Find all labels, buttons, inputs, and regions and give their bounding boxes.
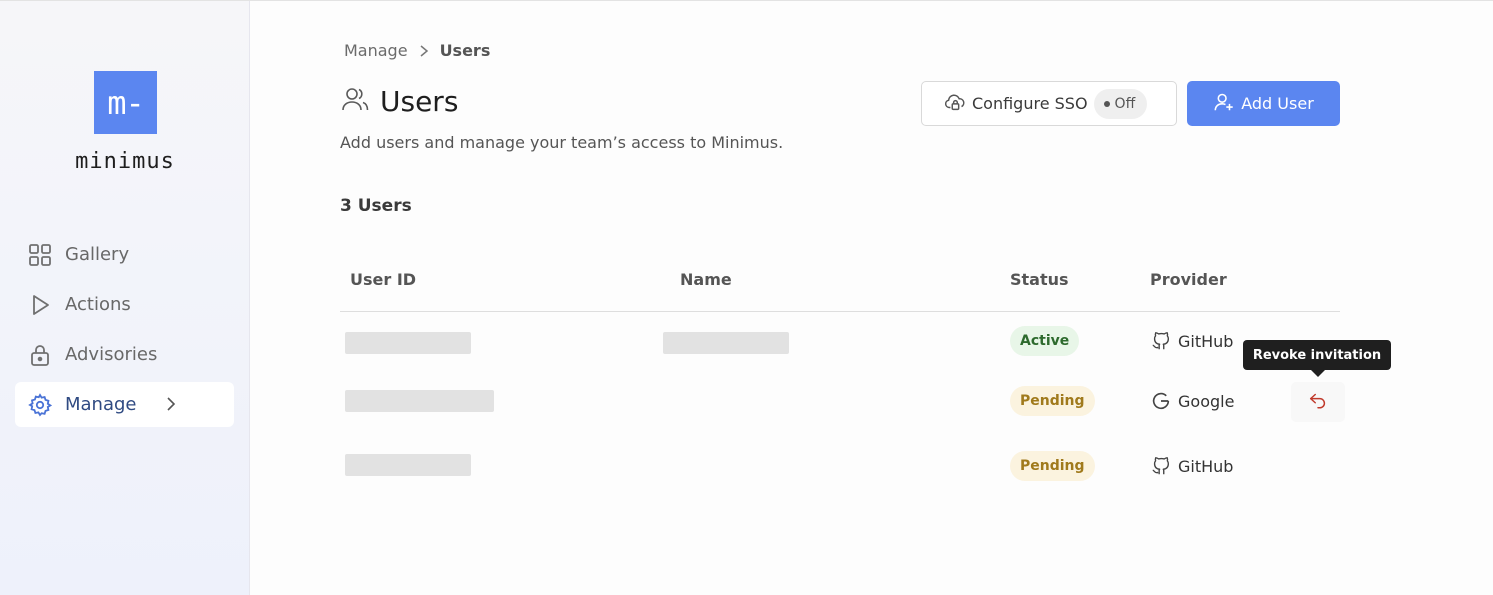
page-subtitle: Add users and manage your team’s access … bbox=[340, 133, 784, 152]
user-id-placeholder bbox=[345, 454, 471, 476]
configure-sso-label: Configure SSO bbox=[972, 94, 1088, 113]
cloud-lock-icon bbox=[944, 91, 966, 117]
provider-cell: GitHub bbox=[1150, 330, 1233, 352]
logo-mark[interactable]: m- bbox=[94, 71, 157, 134]
user-id-placeholder bbox=[345, 390, 494, 412]
revoke-invitation-tooltip: Revoke invitation bbox=[1243, 340, 1391, 370]
add-user-icon bbox=[1213, 91, 1235, 117]
undo-icon bbox=[1307, 389, 1329, 415]
sidebar: m- minimus Gallery Actions Advisories Ma… bbox=[0, 1, 250, 595]
provider-name: Google bbox=[1178, 391, 1235, 411]
sidebar-item-label: Actions bbox=[65, 294, 131, 315]
sidebar-item-label: Manage bbox=[65, 394, 137, 415]
breadcrumb-current: Users bbox=[439, 41, 491, 60]
breadcrumb-parent[interactable]: Manage bbox=[344, 41, 408, 60]
sso-status-badge: Off bbox=[1093, 88, 1148, 119]
github-icon bbox=[1150, 330, 1172, 352]
user-id-placeholder bbox=[345, 332, 471, 354]
lock-icon bbox=[27, 342, 53, 368]
gear-icon bbox=[27, 392, 53, 418]
status-badge: Pending bbox=[1010, 451, 1095, 481]
tooltip-arrow bbox=[1311, 370, 1325, 377]
name-placeholder bbox=[663, 332, 789, 354]
provider-cell: Google bbox=[1150, 390, 1234, 412]
status-badge: Pending bbox=[1010, 386, 1095, 416]
status-dot bbox=[1103, 100, 1110, 107]
add-user-label: Add User bbox=[1241, 94, 1314, 113]
column-header-name[interactable]: Name bbox=[680, 270, 732, 289]
grid-icon bbox=[27, 242, 53, 268]
provider-cell: GitHub bbox=[1150, 455, 1233, 477]
users-icon bbox=[340, 84, 370, 118]
play-icon bbox=[27, 292, 53, 318]
github-icon bbox=[1150, 455, 1172, 477]
column-header-user-id[interactable]: User ID bbox=[350, 270, 416, 289]
column-header-status[interactable]: Status bbox=[1010, 270, 1069, 289]
add-user-button[interactable]: Add User bbox=[1187, 81, 1340, 126]
provider-name: GitHub bbox=[1178, 456, 1234, 476]
table-header-divider bbox=[340, 311, 1340, 312]
page-header: Users bbox=[340, 84, 458, 118]
provider-name: GitHub bbox=[1178, 331, 1234, 351]
configure-sso-button[interactable]: Configure SSO Off bbox=[921, 81, 1177, 126]
sidebar-item-label: Gallery bbox=[65, 244, 130, 265]
logo-text: minimus bbox=[75, 149, 175, 174]
google-icon bbox=[1150, 390, 1172, 412]
status-badge: Active bbox=[1010, 326, 1080, 356]
sidebar-item-actions[interactable]: Actions bbox=[15, 282, 234, 327]
page-title: Users bbox=[380, 84, 459, 118]
revoke-invitation-button[interactable] bbox=[1291, 382, 1345, 422]
user-count: 3 Users bbox=[340, 196, 412, 216]
sso-status-text: Off bbox=[1114, 95, 1136, 112]
sidebar-item-advisories[interactable]: Advisories bbox=[15, 332, 234, 377]
sidebar-item-label: Advisories bbox=[65, 344, 158, 365]
sidebar-item-manage[interactable]: Manage bbox=[15, 382, 234, 427]
sidebar-item-gallery[interactable]: Gallery bbox=[15, 232, 234, 277]
breadcrumb: Manage Users bbox=[344, 41, 490, 60]
chevron-right-icon bbox=[163, 394, 179, 419]
chevron-right-icon bbox=[418, 44, 430, 58]
column-header-provider[interactable]: Provider bbox=[1150, 270, 1227, 289]
